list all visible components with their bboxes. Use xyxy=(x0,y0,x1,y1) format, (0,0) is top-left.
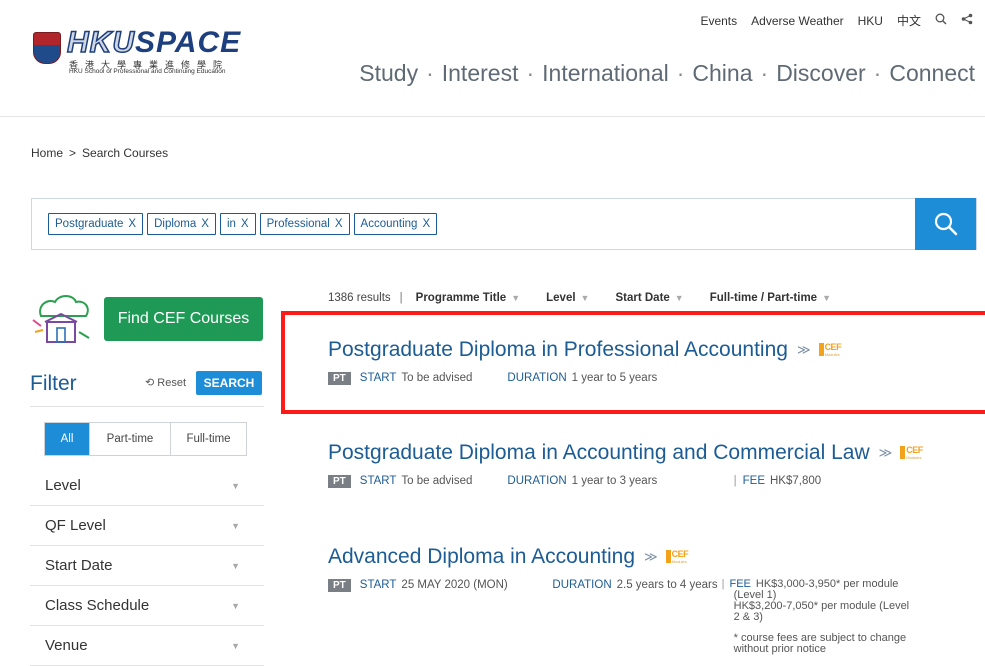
part-time-badge: PT xyxy=(328,372,351,385)
study-mode-toggle: All Part-time Full-time xyxy=(44,422,247,456)
search-icon[interactable] xyxy=(935,13,947,28)
breadcrumb-current[interactable]: Search Courses xyxy=(82,146,168,160)
events-link[interactable]: Events xyxy=(700,14,737,28)
part-time-badge: PT xyxy=(328,475,351,488)
caret-down-icon: ▼ xyxy=(231,560,240,571)
course-duration: 1 year to 5 years xyxy=(571,372,658,384)
search-chip[interactable]: Accounting X xyxy=(353,213,438,235)
utility-nav: Events Adverse Weather HKU 中文 xyxy=(700,12,973,29)
share-icon[interactable] xyxy=(961,13,973,28)
search-icon xyxy=(934,212,957,236)
filter-title: Filter xyxy=(30,372,77,395)
course-start: To be advised xyxy=(401,475,473,487)
nav-discover[interactable]: Discover xyxy=(776,60,865,86)
course-duration: 2.5 years to 4 years xyxy=(616,579,718,591)
course-item: Postgraduate Diploma in Professional Acc… xyxy=(328,338,843,385)
filter-search-button[interactable]: SEARCH xyxy=(196,371,262,395)
header-divider xyxy=(0,116,985,117)
nav-study[interactable]: Study xyxy=(359,60,418,86)
search-bar[interactable]: Postgraduate X Diploma X in X Professional X… xyxy=(31,198,977,250)
hkuspace-logo[interactable]: HKUSPACE 香港大學專業進修學院 HKU School of Profes… xyxy=(33,26,273,75)
breadcrumb-home[interactable]: Home xyxy=(31,146,63,160)
cef-badge-icon: CEF Modules xyxy=(900,445,924,461)
sort-caret-icon: ▼ xyxy=(822,293,831,303)
facet-qf-level[interactable]: QF Level ▼ xyxy=(30,506,264,546)
search-submit-button[interactable] xyxy=(915,198,976,250)
course-title-link[interactable]: Postgraduate Diploma in Professional Acc… xyxy=(328,338,788,362)
cef-promo: Find CEF Courses xyxy=(31,290,263,346)
course-title-link[interactable]: Postgraduate Diploma in Accounting and C… xyxy=(328,441,870,465)
search-chips: Postgraduate X Diploma X in X Professional X… xyxy=(48,213,438,235)
filter-facets: Level ▼ QF Level ▼ Start Date ▼ Class Sched… xyxy=(30,466,264,666)
remove-chip-icon[interactable]: X xyxy=(335,218,343,230)
remove-chip-icon[interactable]: X xyxy=(422,218,430,230)
adverse-weather-link[interactable]: Adverse Weather xyxy=(751,14,844,28)
filter-divider xyxy=(30,406,264,407)
segment-part-time[interactable]: Part-time xyxy=(90,423,171,455)
breadcrumb: Home > Search Courses xyxy=(31,146,169,160)
search-chip[interactable]: in X xyxy=(219,213,256,235)
remove-chip-icon[interactable]: X xyxy=(201,218,209,230)
sort-start-date[interactable]: Start Date ▼ xyxy=(615,292,683,304)
nav-china[interactable]: China xyxy=(692,60,752,86)
results-bar: 1386 results | Programme Title ▼ Level ▼ S… xyxy=(328,292,831,304)
reset-icon: ⟲ xyxy=(145,377,155,389)
find-cef-courses-button[interactable]: Find CEF Courses xyxy=(104,297,263,341)
sort-caret-icon: ▼ xyxy=(580,293,590,303)
remove-chip-icon[interactable]: X xyxy=(128,218,136,230)
remove-chip-icon[interactable]: X xyxy=(241,218,249,230)
facet-venue[interactable]: Venue ▼ xyxy=(30,626,264,666)
caret-down-icon: ▼ xyxy=(231,600,240,611)
reset-button[interactable]: ⟲ Reset xyxy=(145,376,186,389)
logo-wordmark: HKUSPACE xyxy=(66,26,242,59)
hku-link[interactable]: HKU xyxy=(858,14,883,28)
facet-level[interactable]: Level ▼ xyxy=(30,466,264,506)
course-item: Advanced Diploma in Accounting ≫ CEF Modu… xyxy=(328,545,910,655)
search-chip[interactable]: Professional X xyxy=(259,213,350,235)
cef-tree-icon xyxy=(32,295,90,343)
search-chip[interactable]: Postgraduate X xyxy=(48,213,144,235)
course-fee-block: | FEE HK$3,000-3,950* per module (Level 1)… xyxy=(721,578,910,655)
sort-level[interactable]: Level ▼ xyxy=(546,292,589,304)
part-time-badge: PT xyxy=(328,579,351,592)
caret-down-icon: ▼ xyxy=(231,480,240,491)
caret-down-icon: ▼ xyxy=(231,520,240,531)
expand-chevron-icon[interactable]: ≫ xyxy=(644,549,658,565)
search-chip[interactable]: Diploma X xyxy=(147,213,216,235)
nav-international[interactable]: International xyxy=(542,60,669,86)
logo-subtitle: HKU School of Professional and Continuin… xyxy=(69,68,226,75)
nav-connect[interactable]: Connect xyxy=(889,60,975,86)
segment-all[interactable]: All xyxy=(45,423,90,455)
cef-badge-icon: CEF Modules xyxy=(818,342,843,358)
course-start: To be advised xyxy=(401,372,473,384)
facet-class-schedule[interactable]: Class Schedule ▼ xyxy=(30,586,264,626)
cef-badge-icon: CEF Modules xyxy=(665,549,690,565)
segment-full-time[interactable]: Full-time xyxy=(171,423,246,455)
language-link[interactable]: 中文 xyxy=(897,12,921,29)
facet-start-date[interactable]: Start Date ▼ xyxy=(30,546,264,586)
caret-down-icon: ▼ xyxy=(231,640,240,651)
course-start: 25 MAY 2020 (MON) xyxy=(401,579,508,591)
sort-study-mode[interactable]: Full-time / Part-time ▼ xyxy=(710,292,831,304)
course-item: Postgraduate Diploma in Accounting and C… xyxy=(328,441,924,488)
sort-caret-icon: ▼ xyxy=(511,293,521,303)
course-duration: 1 year to 3 years xyxy=(571,475,658,487)
expand-chevron-icon[interactable]: ≫ xyxy=(879,445,893,461)
main-nav: Study · Interest · International · China · Disco… xyxy=(359,60,975,86)
sort-programme-title[interactable]: Programme Title ▼ xyxy=(416,292,520,304)
course-fee: HK$7,800 xyxy=(770,475,822,487)
results-count: 1386 results xyxy=(328,292,391,304)
course-fee: HK$3,000-3,950* per module xyxy=(755,578,899,590)
nav-interest[interactable]: Interest xyxy=(442,60,519,86)
course-title-link[interactable]: Advanced Diploma in Accounting xyxy=(328,545,635,569)
university-crest-icon xyxy=(33,32,61,64)
expand-chevron-icon[interactable]: ≫ xyxy=(797,342,811,358)
sort-caret-icon: ▼ xyxy=(674,293,684,303)
